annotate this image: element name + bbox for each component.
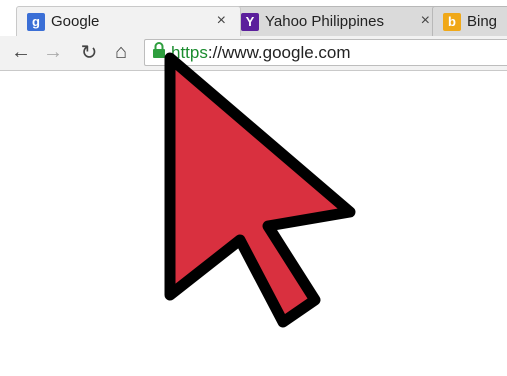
mouse-pointer-icon xyxy=(164,52,356,328)
tab-strip: g Google × Y Yahoo Philippines × b Bing xyxy=(0,0,507,36)
close-icon[interactable]: × xyxy=(217,12,226,30)
tab-yahoo[interactable]: Y Yahoo Philippines × xyxy=(230,6,445,36)
tab-google[interactable]: g Google × xyxy=(16,6,241,36)
tab-title: Bing xyxy=(467,13,498,30)
close-icon[interactable]: × xyxy=(421,12,430,30)
bing-b-icon: b xyxy=(443,12,461,31)
tab-bing[interactable]: b Bing xyxy=(432,6,507,36)
yahoo-y-icon: Y xyxy=(241,12,259,31)
google-g-icon: g xyxy=(27,12,45,31)
tab-title: Google xyxy=(51,13,100,30)
tab-title: Yahoo Philippines xyxy=(265,13,384,30)
